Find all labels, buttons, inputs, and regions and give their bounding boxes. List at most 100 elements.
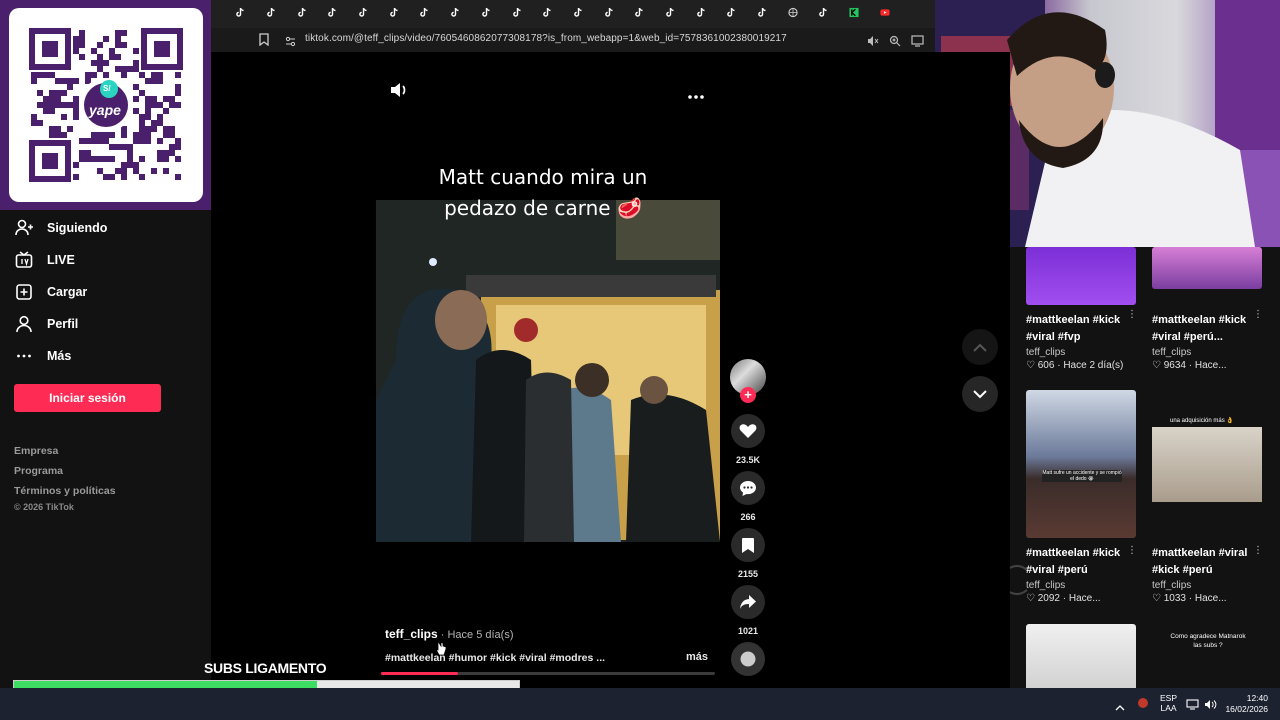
qr-module <box>73 114 79 120</box>
browser-address-bar[interactable]: tiktok.com/@teff_clips/video/76054608620… <box>211 28 935 52</box>
sidebar-item-upload[interactable]: Cargar <box>14 280 87 304</box>
app-tray-icon[interactable] <box>1137 696 1149 714</box>
author-username[interactable]: teff_clips <box>385 627 438 641</box>
tray-chevron-icon[interactable] <box>1115 698 1125 716</box>
related-video-card[interactable]: ⋮ #mattkeelan #kick #viral #fvp teff_cli… <box>1026 247 1141 371</box>
speaker-icon[interactable] <box>1204 697 1217 715</box>
qr-symbol: S/ <box>103 84 111 93</box>
footer-link-company[interactable]: Empresa <box>14 445 58 457</box>
qr-module <box>73 108 79 114</box>
qr-module <box>139 90 145 96</box>
browser-tab[interactable] <box>256 0 287 28</box>
card-options-icon[interactable]: ⋮ <box>1127 545 1137 556</box>
card-title: #mattkeelan #kick #viral #fvp <box>1026 314 1121 343</box>
like-button[interactable]: 23.5K <box>730 414 766 465</box>
related-video-card[interactable]: Matt sufre un accidente y se rompió el d… <box>1026 390 1141 604</box>
card-options-icon[interactable]: ⋮ <box>1253 545 1263 556</box>
related-video-card[interactable] <box>1026 624 1141 688</box>
browser-tab[interactable] <box>409 0 440 28</box>
heart-outline-icon: ♡ <box>1152 360 1161 371</box>
keyboard-language-indicator[interactable]: ESP LAA <box>1160 693 1177 713</box>
qr-module <box>103 174 109 180</box>
video-frame[interactable] <box>376 200 720 542</box>
volume-icon[interactable] <box>389 81 409 104</box>
video-thumbnail: una adquisición más 👌 <box>1152 390 1262 538</box>
browser-tab[interactable] <box>501 0 532 28</box>
browser-tab[interactable] <box>471 0 502 28</box>
qr-module <box>115 54 121 60</box>
footer-link-terms[interactable]: Términos y políticas <box>14 485 116 497</box>
author-avatar-button[interactable]: + <box>730 359 766 403</box>
related-video-card[interactable]: una adquisición más 👌 ⋮ #mattkeelan #vir… <box>1152 390 1267 604</box>
card-options-icon[interactable]: ⋮ <box>1127 309 1137 320</box>
browser-tab[interactable] <box>378 0 409 28</box>
video-hashtags[interactable]: #mattkeelan #humor #kick #viral #modres … <box>385 652 605 664</box>
sidebar-item-live[interactable]: LIVE <box>14 248 75 272</box>
browser-tab[interactable] <box>532 0 563 28</box>
footer-link-program[interactable]: Programa <box>14 465 63 477</box>
related-video-card[interactable]: Como agradece Matnarok las subs ? <box>1152 624 1267 688</box>
browser-tab[interactable] <box>808 0 839 28</box>
qr-module <box>103 36 109 42</box>
url-text[interactable]: tiktok.com/@teff_clips/video/76054608620… <box>305 33 787 44</box>
previous-video-button[interactable] <box>962 329 998 365</box>
sidebar-item-label: Más <box>47 349 72 363</box>
bookmark-icon[interactable] <box>259 33 269 51</box>
sidebar-item-profile[interactable]: Perfil <box>14 312 78 336</box>
qr-module <box>73 102 79 108</box>
qr-module <box>121 126 127 132</box>
browser-tab[interactable] <box>286 0 317 28</box>
system-clock[interactable]: 12:40 16/02/2026 <box>1222 693 1268 715</box>
browser-tab[interactable] <box>747 0 778 28</box>
zoom-icon[interactable] <box>889 34 901 52</box>
video-progress-bar[interactable] <box>381 672 715 675</box>
qr-module <box>73 48 79 54</box>
caption-line-1: Matt cuando mira un <box>438 165 648 189</box>
music-disc-button[interactable] <box>730 642 766 676</box>
browser-tab[interactable] <box>348 0 379 28</box>
sidebar-item-following[interactable]: Siguiendo <box>14 216 107 240</box>
share-button[interactable]: 1021 <box>730 585 766 636</box>
tiktok-icon <box>726 5 736 23</box>
network-icon[interactable] <box>1186 697 1199 715</box>
tiktok-icon <box>327 5 337 23</box>
qr-module <box>85 78 91 84</box>
qr-module <box>115 168 121 174</box>
browser-tab[interactable] <box>869 0 900 28</box>
browser-tab[interactable] <box>563 0 594 28</box>
login-button[interactable]: Iniciar sesión <box>14 384 161 412</box>
more-description-link[interactable]: más <box>686 651 708 663</box>
mute-tab-icon[interactable] <box>867 34 879 52</box>
browser-tab[interactable] <box>624 0 655 28</box>
browser-tab[interactable] <box>655 0 686 28</box>
cast-icon[interactable] <box>911 34 924 52</box>
tiktok-icon <box>512 5 522 23</box>
browser-tab[interactable] <box>440 0 471 28</box>
browser-tab[interactable] <box>225 0 256 28</box>
qr-module <box>49 108 55 114</box>
card-options-icon[interactable]: ⋮ <box>1253 309 1263 320</box>
qr-module <box>127 156 133 162</box>
browser-tab[interactable] <box>716 0 747 28</box>
card-title: #mattkeelan #kick #viral #perú <box>1026 547 1121 576</box>
related-video-card[interactable]: ⋮ #mattkeelan #kick #viral #perú... teff… <box>1152 247 1267 371</box>
site-settings-icon[interactable] <box>285 34 296 52</box>
qr-module <box>115 42 121 48</box>
next-video-button[interactable] <box>962 376 998 412</box>
browser-tab[interactable] <box>317 0 348 28</box>
sidebar-item-more[interactable]: Más <box>14 344 71 368</box>
browser-tab[interactable] <box>839 0 870 28</box>
browser-tab[interactable] <box>593 0 624 28</box>
thumbnail-text: Como agradece Matnarok las subs ? <box>1170 633 1246 649</box>
video-options-icon[interactable] <box>687 87 705 105</box>
qr-module <box>79 156 85 162</box>
browser-tab[interactable] <box>685 0 716 28</box>
comment-button[interactable]: 266 <box>730 471 766 522</box>
save-button[interactable]: 2155 <box>730 528 766 579</box>
follow-plus-icon[interactable]: + <box>740 387 756 403</box>
qr-module <box>163 168 169 174</box>
browser-tab[interactable] <box>777 0 808 28</box>
qr-module <box>151 72 157 78</box>
qr-module <box>67 78 73 84</box>
qr-module <box>133 168 139 174</box>
